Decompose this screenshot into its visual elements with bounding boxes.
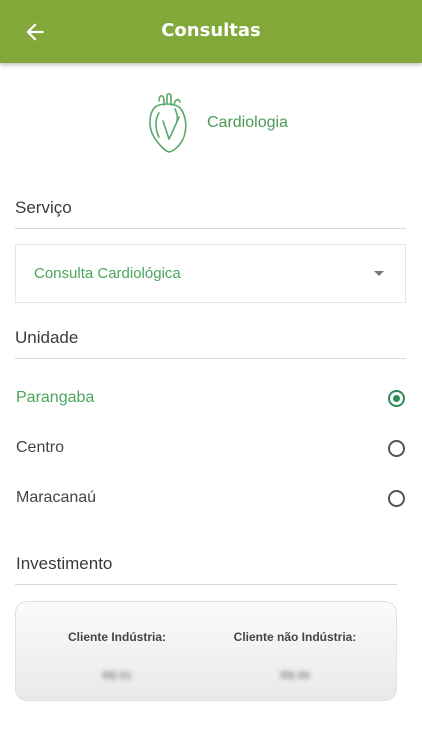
cliente-industria-price: R$ 01 xyxy=(102,670,132,682)
heart-organ-icon xyxy=(149,92,187,153)
option-label: Centro xyxy=(16,439,65,456)
radio-selected-icon[interactable] xyxy=(388,390,405,407)
servico-label: Serviço xyxy=(15,198,72,217)
servico-selected-value: Consulta Cardiológica xyxy=(34,265,181,282)
specialty-label: Cardiologia xyxy=(207,114,288,131)
investimento-card: Cliente Indústria: R$ 01 Cliente não Ind… xyxy=(15,601,397,701)
radio-unselected-icon[interactable] xyxy=(388,490,405,507)
investimento-label: Investimento xyxy=(16,554,113,573)
divider xyxy=(15,228,406,229)
cliente-industria-label: Cliente Indústria: xyxy=(67,630,166,644)
unidade-option-parangaba[interactable]: Parangaba xyxy=(16,382,406,416)
divider xyxy=(15,358,406,359)
cliente-nao-industria-label: Cliente não Indústria: xyxy=(233,630,357,644)
specialty-header: Cardiologia xyxy=(145,90,288,156)
cliente-nao-industria-column: Cliente não Indústria: R$ 00 xyxy=(210,630,380,682)
caret-down-icon xyxy=(374,271,384,276)
option-label: Maracanaú xyxy=(16,489,97,506)
unidade-option-centro[interactable]: Centro xyxy=(16,432,406,466)
unidade-option-maracanau[interactable]: Maracanaú xyxy=(16,482,406,516)
unidade-label: Unidade xyxy=(15,328,79,347)
app-bar: Consultas xyxy=(0,0,422,63)
cliente-nao-industria-price: R$ 00 xyxy=(280,670,310,682)
page-title: Consultas xyxy=(161,20,261,41)
radio-unselected-icon[interactable] xyxy=(388,440,405,457)
cliente-industria-column: Cliente Indústria: R$ 01 xyxy=(32,630,202,682)
servico-dropdown[interactable]: Consulta Cardiológica xyxy=(15,244,406,303)
divider xyxy=(15,584,397,585)
option-label: Parangaba xyxy=(16,389,95,406)
